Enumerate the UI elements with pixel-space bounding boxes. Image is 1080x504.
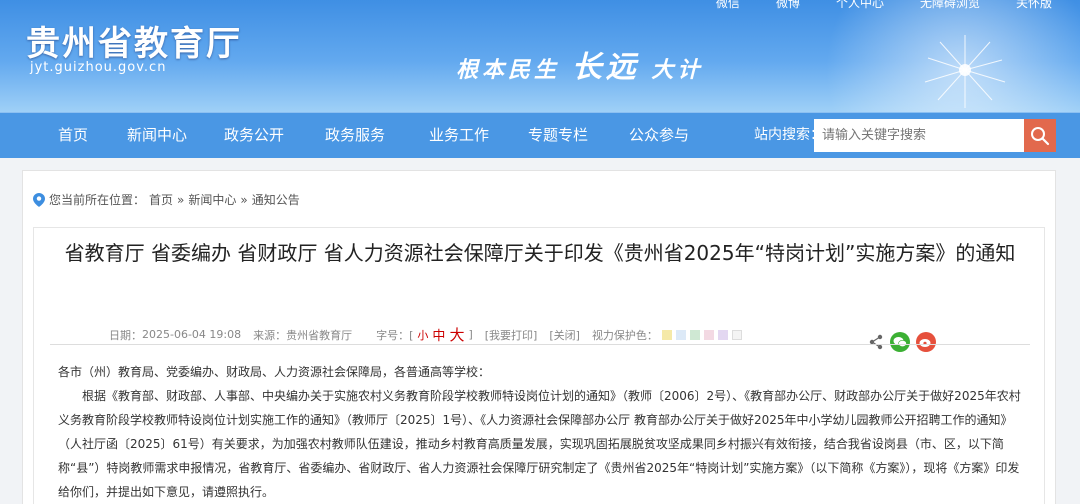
eye-color-swatch[interactable] (675, 329, 686, 340)
slogan-part-c: 大计 (651, 57, 704, 83)
article-paragraph: 根据《教育部、财政部、人事部、中央编办关于实施农村义务教育阶段学校教师特设岗位计… (58, 389, 1021, 499)
nav-government-services[interactable]: 政务服务 (325, 113, 385, 159)
breadcrumb-news-center[interactable]: 新闻中心 (188, 191, 236, 208)
eye-color-swatch[interactable] (689, 329, 700, 340)
main-nav: 首页 新闻中心 政务公开 政务服务 业务工作 专题专栏 公众参与 站内搜索： (0, 112, 1080, 158)
breadcrumb-prefix: 您当前所在位置： (49, 193, 146, 207)
slogan-part-a: 根本民生 (456, 57, 561, 83)
article-title: 省教育厅 省委编办 省财政厅 省人力资源社会保障厅关于印发《贵州省2025年“特… (64, 241, 1016, 265)
font-size-close: ] (468, 328, 473, 341)
font-size-small[interactable]: 小 (417, 327, 428, 343)
source-label: 来源： (253, 328, 287, 342)
nav-government-affairs[interactable]: 政务公开 (224, 113, 284, 159)
nav-news-center[interactable]: 新闻中心 (127, 113, 187, 159)
font-size-label: 字号：[ (376, 328, 414, 342)
breadcrumb-separator: » (240, 192, 248, 207)
share-bar (868, 332, 936, 352)
font-size-medium[interactable]: 中 (432, 325, 445, 344)
search-button[interactable] (1024, 119, 1056, 152)
eye-color-swatch[interactable] (717, 329, 728, 340)
site-domain: jyt.guizhou.gov.cn (30, 60, 167, 75)
search-icon (1031, 126, 1050, 145)
top-link-personal-center[interactable]: 个人中心 (836, 0, 884, 11)
nav-public-participation[interactable]: 公众参与 (629, 113, 689, 159)
top-link-wechat[interactable]: 微信 (716, 0, 740, 11)
weibo-icon (919, 339, 931, 347)
close-link[interactable]: [关闭] (549, 327, 580, 343)
eye-color-swatch[interactable] (703, 329, 714, 340)
date-label: 日期： (109, 328, 142, 342)
slogan: 根本民生 长远 大计 (456, 42, 703, 86)
share-icon[interactable] (868, 334, 884, 350)
content-panel: 您当前所在位置： 首页 » 新闻中心 » 通知公告 省教育厅 省委编办 省财政厅… (22, 170, 1056, 504)
weibo-share-icon[interactable] (916, 332, 936, 352)
article: 省教育厅 省委编办 省财政厅 省人力资源社会保障厅关于印发《贵州省2025年“特… (33, 227, 1045, 504)
slogan-part-b: 长远 (571, 50, 640, 85)
article-source: 贵州省教育厅 (286, 328, 353, 342)
article-body: 各市（州）教育局、党委编办、财政局、人力资源社会保障局，各普通高等学校： 根据《… (58, 360, 1026, 504)
publish-date: 2025-06-04 19:08 (142, 328, 242, 341)
article-greeting: 各市（州）教育局、党委编办、财政局、人力资源社会保障局，各普通高等学校： (58, 365, 491, 379)
top-link-accessibility[interactable]: 无障碍浏览 (920, 0, 980, 11)
breadcrumb-separator: » (177, 192, 185, 207)
divider (50, 344, 1030, 345)
breadcrumb: 您当前所在位置： 首页 » 新闻中心 » 通知公告 (33, 191, 300, 208)
site-title[interactable]: 贵州省教育厅 (26, 16, 242, 65)
nav-business-work[interactable]: 业务工作 (429, 113, 489, 159)
dandelion-icon (924, 35, 1006, 108)
nav-special-topics[interactable]: 专题专栏 (528, 113, 588, 159)
search-input[interactable] (814, 119, 1024, 152)
wechat-share-icon[interactable] (890, 332, 910, 352)
location-pin-icon (33, 192, 45, 207)
eye-color-swatch[interactable] (661, 329, 672, 340)
top-links: 微信 微博 个人中心 无障碍浏览 关怀版 (716, 0, 1052, 11)
top-link-care-version[interactable]: 关怀版 (1016, 0, 1052, 11)
breadcrumb-home[interactable]: 首页 (149, 191, 173, 208)
top-link-weibo[interactable]: 微博 (776, 0, 800, 11)
header-banner: 微信 微博 个人中心 无障碍浏览 关怀版 贵州省教育厅 jyt.guizhou.… (0, 0, 1080, 112)
wechat-icon (893, 337, 907, 348)
eye-color-swatch[interactable] (731, 329, 742, 340)
article-meta: 日期： 2025-06-04 19:08 来源： 贵州省教育厅 字号：[ 小 中… (109, 324, 742, 345)
print-link[interactable]: [我要打印] (485, 327, 538, 343)
eye-protection-label: 视力保护色： (591, 328, 658, 342)
nav-home[interactable]: 首页 (58, 113, 88, 159)
breadcrumb-current[interactable]: 通知公告 (252, 191, 300, 208)
font-size-large[interactable]: 大 (449, 324, 464, 345)
